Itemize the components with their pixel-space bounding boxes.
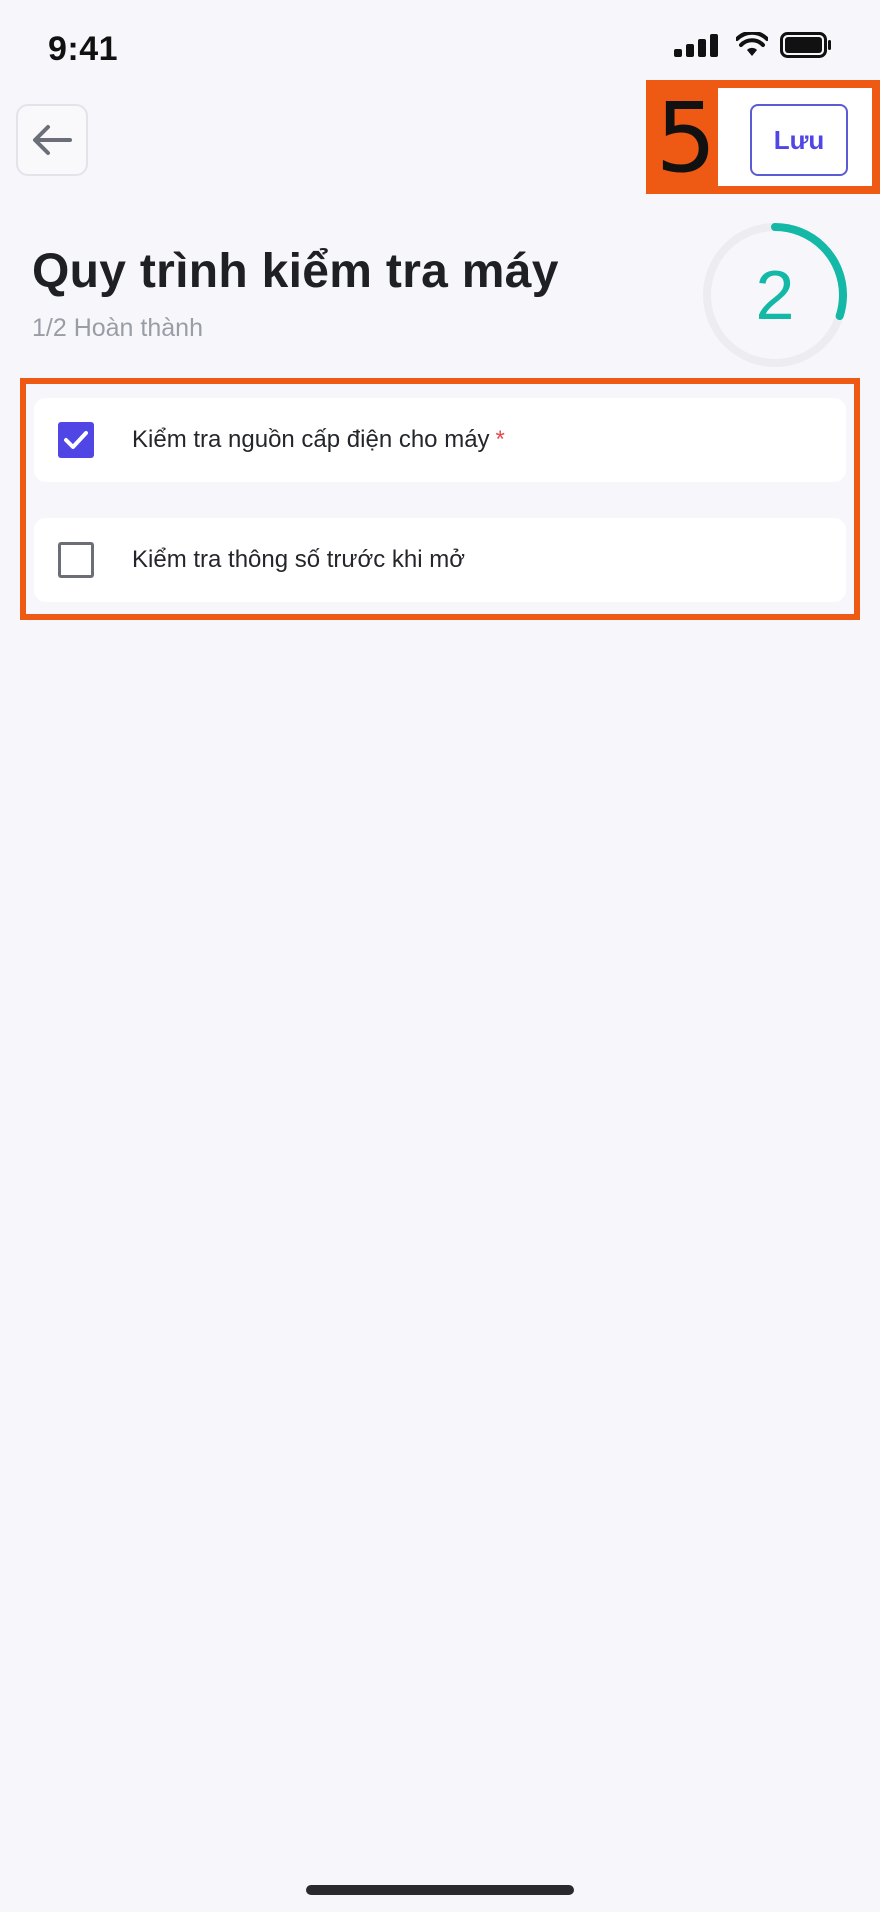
item-label-text: Kiểm tra nguồn cấp điện cho máy [132, 426, 490, 453]
item-label-text: Kiểm tra thông số trước khi mở [132, 546, 465, 573]
checkmark-icon [64, 431, 88, 449]
checkbox-unchecked[interactable] [58, 542, 94, 578]
checkbox-checked[interactable] [58, 422, 94, 458]
status-icons [672, 32, 832, 58]
save-button[interactable]: Lưu [750, 104, 848, 176]
completion-subtitle: 1/2 Hoàn thành [32, 314, 203, 342]
progress-value: 2 [755, 256, 795, 334]
wifi-icon [736, 32, 768, 56]
home-indicator [306, 1885, 574, 1895]
arrow-left-icon [33, 125, 72, 155]
page-title: Quy trình kiểm tra máy [32, 245, 559, 298]
checklist-screen: 9:41 5 Lưu Quy trình kiểm tra máy 1/2 Ho… [0, 0, 880, 1912]
checklist-item-label: Kiểm tra nguồn cấp điện cho máy * [132, 398, 505, 482]
back-button[interactable] [16, 104, 88, 176]
status-time: 9:41 [48, 30, 119, 68]
signal-icon [674, 34, 718, 57]
battery-icon [780, 32, 831, 58]
checklist-item-label: Kiểm tra thông số trước khi mở [132, 518, 465, 602]
checklist-item[interactable]: Kiểm tra thông số trước khi mở [34, 518, 846, 602]
callout-number: 5 [655, 82, 717, 194]
checklist-item[interactable]: Kiểm tra nguồn cấp điện cho máy * [34, 398, 846, 482]
required-indicator: * [495, 426, 505, 453]
